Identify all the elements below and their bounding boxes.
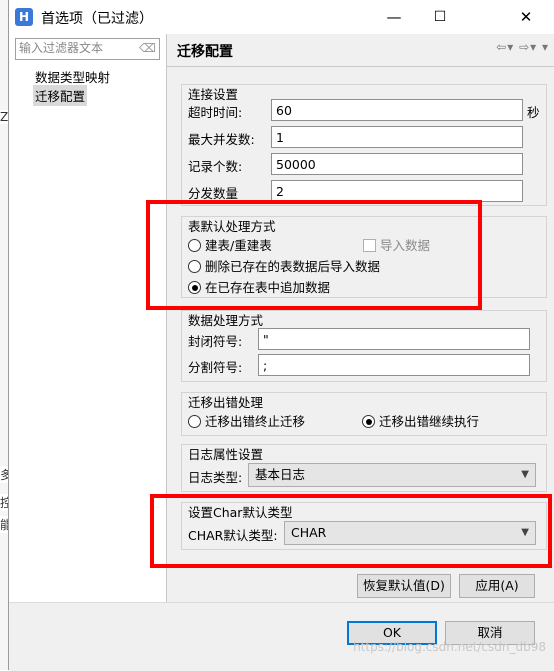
group-title: 设置Char默认类型 <box>188 505 293 520</box>
apply-button[interactable]: 应用(A) <box>459 574 535 598</box>
group-title: 日志属性设置 <box>188 447 264 462</box>
radio-label: 建表/重建表 <box>205 238 272 253</box>
radio-label: 迁移出错继续执行 <box>379 414 480 429</box>
filter-box: ⌫ <box>15 38 160 60</box>
separator-symbol-field[interactable] <box>258 354 530 376</box>
chevron-down-icon: ▼ <box>521 527 529 538</box>
app-icon: H <box>15 8 33 26</box>
preference-page: 迁移配置 ⇦▾ ⇨▾ ▾ 连接设置 超时时间: 秒 最大并发数: 记录个数: 分… <box>167 34 554 602</box>
record-count-label: 记录个数: <box>188 159 243 174</box>
radio-delete-then-import[interactable]: 删除已存在的表数据后导入数据 <box>188 256 380 275</box>
separator-symbol-input[interactable] <box>259 355 529 375</box>
dispatch-count-input[interactable] <box>272 181 522 201</box>
forward-arrow-icon[interactable]: ⇨▾ <box>519 40 537 54</box>
log-settings-group: 日志属性设置 日志类型: 基本日志 ▼ <box>181 444 547 492</box>
radio-create-rebuild-table[interactable]: 建表/重建表 <box>188 235 272 254</box>
background-window-strip <box>0 0 8 670</box>
radio-indicator-selected <box>362 415 375 428</box>
watermark: https://blog.csdn.net/csdn_db98 <box>353 640 546 654</box>
page-title: 迁移配置 <box>177 44 233 60</box>
connection-settings-group: 连接设置 超时时间: 秒 最大并发数: 记录个数: 分发数量 <box>181 84 547 206</box>
filter-input[interactable] <box>16 39 140 57</box>
radio-indicator <box>188 260 201 273</box>
record-count-field[interactable] <box>271 153 523 175</box>
radio-indicator <box>188 415 201 428</box>
radio-stop-on-error[interactable]: 迁移出错终止迁移 <box>188 411 305 430</box>
radio-continue-on-error[interactable]: 迁移出错继续执行 <box>362 411 479 430</box>
max-concurrency-field[interactable] <box>271 126 523 148</box>
checkbox-indicator <box>363 239 376 252</box>
page-nav-buttons: ⇦▾ ⇨▾ ▾ <box>496 40 549 54</box>
max-concurrency-label: 最大并发数: <box>188 132 255 147</box>
restore-defaults-button[interactable]: 恢复默认值(D) <box>357 574 451 598</box>
back-arrow-icon[interactable]: ⇦▾ <box>496 40 514 54</box>
record-count-input[interactable] <box>272 154 522 174</box>
enclosure-symbol-input[interactable] <box>259 329 529 349</box>
dispatch-count-label: 分发数量 <box>188 186 239 201</box>
enclosure-symbol-label: 封闭符号: <box>188 334 243 349</box>
timeout-input[interactable] <box>272 100 522 120</box>
radio-label: 迁移出错终止迁移 <box>205 414 306 429</box>
data-handling-group: 数据处理方式 封闭符号: 分割符号: <box>181 310 547 382</box>
menu-dropdown-icon[interactable]: ▾ <box>542 40 549 54</box>
group-title: 迁移出错处理 <box>188 395 264 410</box>
preferences-dialog: H 首选项（已过滤） — ☐ ✕ ⌫ 数据类型映射 迁移配置 迁移配置 ⇦▾ ⇨… <box>8 0 554 671</box>
import-data-checkbox[interactable]: 导入数据 <box>363 235 430 254</box>
group-title: 连接设置 <box>188 87 239 102</box>
char-type-select[interactable]: CHAR ▼ <box>284 521 536 545</box>
timeout-unit: 秒 <box>527 105 540 120</box>
maximize-button[interactable]: ☐ <box>417 0 463 34</box>
tree-item-data-type-mapping[interactable]: 数据类型映射 <box>33 66 112 87</box>
timeout-field[interactable] <box>271 99 523 121</box>
radio-indicator-selected <box>188 281 201 294</box>
group-title: 数据处理方式 <box>188 313 264 328</box>
chevron-down-icon: ▼ <box>521 469 529 480</box>
enclosure-symbol-field[interactable] <box>258 328 530 350</box>
window-title: 首选项（已过滤） <box>41 11 153 27</box>
log-type-label: 日志类型: <box>188 470 243 485</box>
preference-tree-pane: ⌫ 数据类型映射 迁移配置 <box>9 34 167 602</box>
tree-item-migration-config[interactable]: 迁移配置 <box>33 85 88 106</box>
radio-label: 在已存在表中追加数据 <box>205 280 331 295</box>
table-handling-group: 表默认处理方式 建表/重建表 导入数据 删除已存在的表数据后导入数据 在已存在表… <box>181 216 547 298</box>
error-handling-group: 迁移出错处理 迁移出错终止迁移 迁移出错继续执行 <box>181 392 547 436</box>
separator-symbol-label: 分割符号: <box>188 360 243 375</box>
radio-label: 删除已存在的表数据后导入数据 <box>205 259 381 274</box>
checkbox-label: 导入数据 <box>380 238 431 253</box>
log-type-select[interactable]: 基本日志 ▼ <box>248 463 536 487</box>
group-title: 表默认处理方式 <box>188 219 276 234</box>
char-type-group: 设置Char默认类型 CHAR默认类型: CHAR ▼ <box>181 502 547 550</box>
timeout-label: 超时时间: <box>188 105 243 120</box>
title-bar: H 首选项（已过滤） — ☐ ✕ <box>9 0 554 34</box>
log-type-value: 基本日志 <box>255 467 306 482</box>
max-concurrency-input[interactable] <box>272 127 522 147</box>
char-type-value: CHAR <box>291 525 327 540</box>
minimize-button[interactable]: — <box>371 0 417 34</box>
radio-append-data[interactable]: 在已存在表中追加数据 <box>188 277 330 296</box>
header-divider <box>167 66 554 67</box>
close-button[interactable]: ✕ <box>503 0 549 34</box>
dialog-button-bar: OK 取消 <box>9 602 554 671</box>
radio-indicator <box>188 239 201 252</box>
dispatch-count-field[interactable] <box>271 180 523 202</box>
clear-filter-icon[interactable]: ⌫ <box>139 41 156 55</box>
char-type-label: CHAR默认类型: <box>188 528 278 543</box>
